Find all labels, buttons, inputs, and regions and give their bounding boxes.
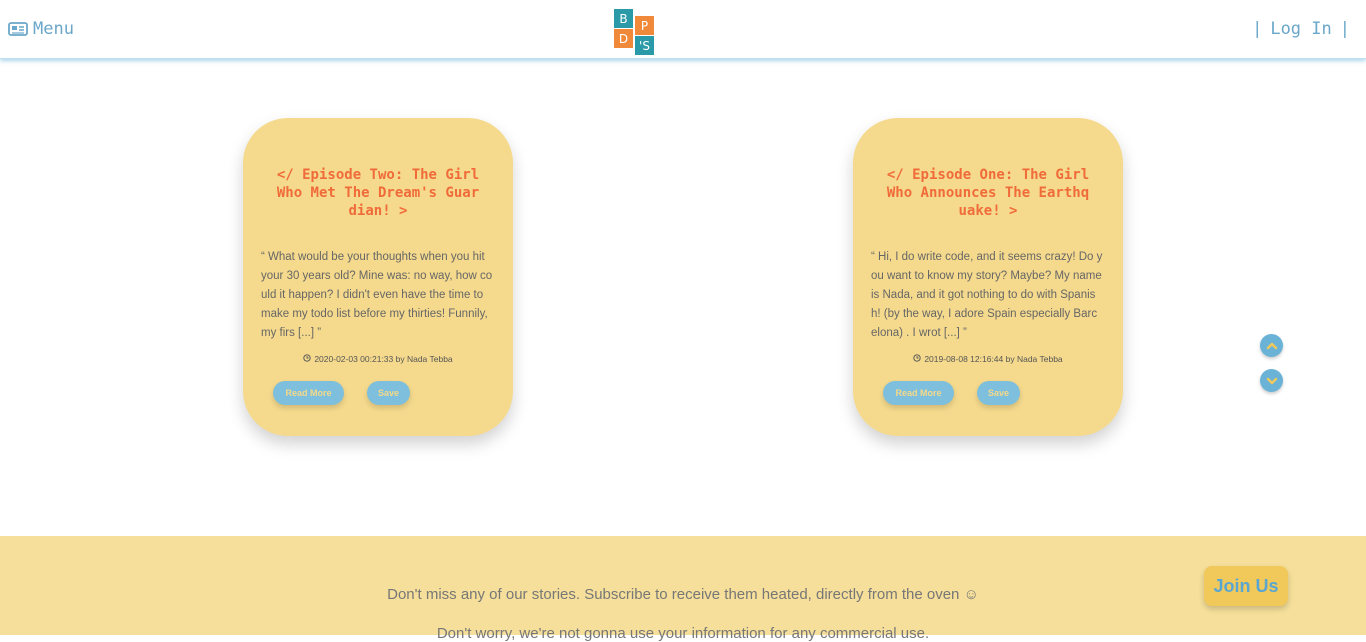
privacy-text: Don't worry, we're not gonna use your in…	[436, 625, 930, 642]
divider: |	[1252, 19, 1263, 39]
story-card: </ Episode One: The Girl Who Announces T…	[853, 118, 1123, 436]
footer: Don't miss any of our stories. Subscribe…	[0, 536, 1366, 642]
subscribe-text: Don't miss any of our stories. Subscribe…	[387, 586, 979, 603]
story-meta: 2019-08-08 12:16:44 by Nada Tebba	[853, 354, 1123, 364]
read-more-button[interactable]: Read More	[883, 381, 954, 405]
clock-icon	[913, 354, 922, 364]
story-date-author: 2019-08-08 12:16:44 by Nada Tebba	[924, 354, 1063, 364]
story-title-link[interactable]: </ Episode Two: The Girl Who Met The Dre…	[273, 166, 483, 220]
story-title-link[interactable]: </ Episode One: The Girl Who Announces T…	[883, 166, 1093, 220]
top-navbar: Menu B P D 'S | Log In |	[0, 0, 1366, 59]
chevron-up-icon	[1266, 336, 1278, 355]
scroll-up-button[interactable]	[1260, 334, 1283, 357]
join-us-button[interactable]: Join Us	[1204, 566, 1288, 606]
menu-label: Menu	[33, 19, 74, 39]
login-link[interactable]: Log In	[1270, 19, 1331, 39]
newspaper-icon	[8, 22, 28, 36]
login-area: | Log In |	[1244, 18, 1358, 40]
site-logo[interactable]: B P D 'S	[614, 9, 656, 55]
story-excerpt: “ Hi, I do write code, and it seems craz…	[871, 251, 1103, 339]
scroll-down-button[interactable]	[1260, 369, 1283, 392]
clock-icon	[303, 354, 312, 364]
save-button[interactable]: Save	[367, 381, 410, 405]
story-card: </ Episode Two: The Girl Who Met The Dre…	[243, 118, 513, 436]
read-more-button[interactable]: Read More	[273, 381, 344, 405]
story-excerpt: “ What would be your thoughts when you h…	[261, 251, 493, 339]
logo-letter-d: D	[614, 29, 633, 48]
logo-letter-p: P	[635, 16, 654, 35]
menu-button[interactable]: Menu	[8, 18, 74, 40]
logo-letter-s: 'S	[635, 36, 654, 55]
divider: |	[1339, 19, 1350, 39]
logo-letter-b: B	[614, 9, 633, 28]
chevron-down-icon	[1266, 371, 1278, 390]
story-meta: 2020-02-03 00:21:33 by Nada Tebba	[243, 354, 513, 364]
save-button[interactable]: Save	[977, 381, 1020, 405]
story-date-author: 2020-02-03 00:21:33 by Nada Tebba	[314, 354, 453, 364]
